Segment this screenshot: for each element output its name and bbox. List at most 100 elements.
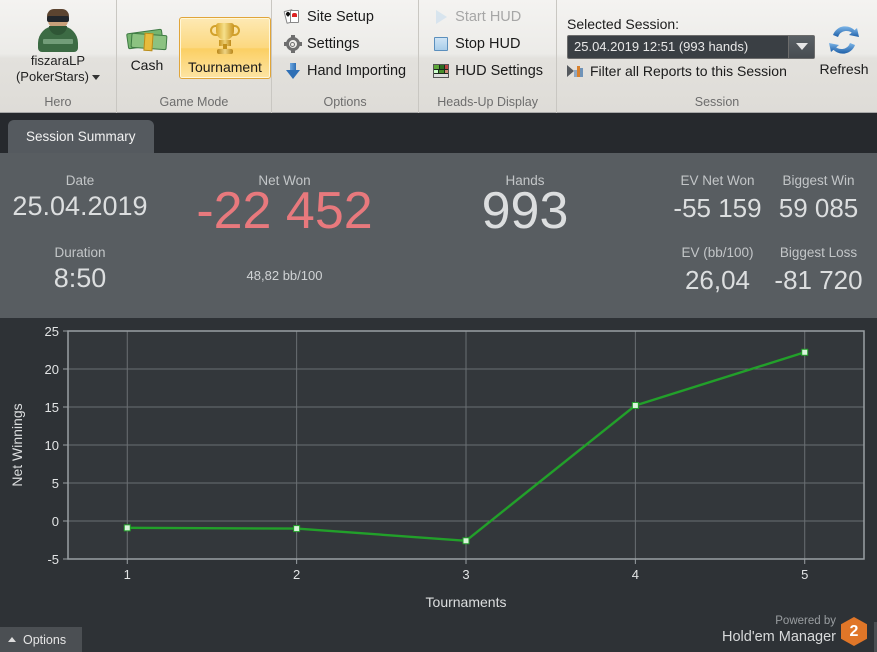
site-setup-button[interactable]: Site Setup — [280, 4, 410, 30]
session-select-arrow[interactable] — [788, 35, 814, 58]
xtick-label: 5 — [801, 567, 808, 582]
ytick-label: 5 — [52, 476, 59, 491]
stat-subvalue-bb100: 48,82 bb/100 — [246, 268, 323, 283]
hand-importing-button[interactable]: Hand Importing — [280, 58, 410, 84]
chevron-down-icon[interactable] — [91, 75, 100, 81]
powered-by-text: Powered by — [775, 615, 836, 627]
refresh-label: Refresh — [819, 61, 869, 77]
stat-value-ev-net-won: -55 159 — [673, 193, 762, 223]
net-winnings-chart: -5 0 5 10 15 20 25 1 2 3 4 5 Tournaments Net Winnings — [0, 318, 877, 652]
ribbon-group-session: Selected Session: 25.04.2019 12:51 (993 … — [556, 0, 877, 113]
ribbon-group-game-mode: Cash Tournament Game Mode — [115, 0, 271, 113]
stat-value-biggest-win: 59 085 — [778, 193, 859, 223]
hud-settings-button[interactable]: HUD Settings — [428, 58, 547, 84]
start-hud-label: Start HUD — [455, 9, 522, 25]
stat-value-date: 25.04.2019 — [12, 191, 148, 221]
stat-label-date: Date — [65, 173, 95, 188]
y-axis-title: Net Winnings — [9, 403, 25, 486]
cards-icon — [283, 8, 302, 26]
tournament-mode-label: Tournament — [187, 58, 262, 75]
stat-label-biggest-win: Biggest Win — [782, 173, 855, 188]
xtick-label: 4 — [632, 567, 639, 582]
session-select[interactable]: 25.04.2019 12:51 (993 hands) — [567, 34, 815, 59]
download-arrow-icon — [284, 62, 302, 80]
stat-value-duration: 8:50 — [53, 263, 107, 293]
hero-name: fiszaraLP — [30, 53, 86, 68]
gear-icon — [283, 35, 302, 53]
refresh-button[interactable]: Refresh — [815, 16, 873, 77]
trophy-icon — [205, 22, 245, 56]
hm2-badge-number: 2 — [849, 622, 859, 640]
settings-button[interactable]: Settings — [280, 31, 410, 57]
ribbon-group-options: Site Setup Settings Hand Importing Optio… — [270, 0, 418, 113]
chart-svg: -5 0 5 10 15 20 25 1 2 3 4 5 Tournaments Net Winnings — [9, 324, 865, 610]
group-title-game-mode: Game Mode — [159, 95, 229, 109]
session-select-value: 25.04.2019 12:51 (993 hands) — [574, 39, 749, 54]
stat-value-hands: 993 — [481, 182, 569, 240]
hud-settings-label: HUD Settings — [455, 63, 544, 79]
hero-site: (PokerStars) — [16, 69, 100, 85]
ribbon-group-hero: fiszaraLP (PokerStars) Hero — [0, 0, 116, 113]
tab-strip: Session Summary — [0, 113, 877, 153]
hm2-badge-icon: 2 — [841, 617, 867, 646]
play-icon — [432, 8, 450, 26]
player-avatar-icon — [35, 9, 81, 52]
stop-hud-button[interactable]: Stop HUD — [428, 31, 547, 57]
group-title-options: Options — [323, 95, 367, 109]
ytick-label: 10 — [45, 438, 59, 453]
stat-label-ev-bb100: EV (bb/100) — [681, 245, 754, 260]
session-stats-panel: Date 25.04.2019 Duration 8:50 Net Won -2… — [0, 153, 877, 318]
settings-label: Settings — [306, 36, 360, 52]
chevron-up-icon — [8, 637, 16, 642]
ytick-label: 25 — [45, 324, 59, 339]
stat-label-ev-net-won: EV Net Won — [680, 173, 755, 188]
group-title-hero: Hero — [44, 95, 72, 109]
selected-session-label: Selected Session: — [567, 15, 680, 32]
hud-grid-icon — [432, 62, 450, 80]
ytick-label: 20 — [45, 362, 59, 377]
product-name-text: Hold'em Manager — [722, 629, 836, 645]
status-bar: Options Powered by Hold'em Manager 2 — [0, 615, 877, 652]
cash-mode-label: Cash — [130, 56, 164, 73]
data-point — [631, 401, 639, 409]
ribbon-toolbar: fiszaraLP (PokerStars) Hero Cash Tournam… — [0, 0, 877, 113]
data-point — [123, 524, 131, 532]
filter-chart-icon — [567, 62, 585, 80]
site-setup-label: Site Setup — [306, 9, 374, 25]
ytick-label: 15 — [45, 400, 59, 415]
stat-label-duration: Duration — [54, 245, 106, 260]
group-title-hud: Heads-Up Display — [437, 95, 538, 109]
stop-square-icon — [432, 35, 450, 53]
ytick-label: 0 — [52, 514, 59, 529]
cash-money-icon — [125, 22, 169, 54]
powered-by-branding: Powered by Hold'em Manager 2 — [722, 614, 867, 646]
data-point — [801, 348, 809, 356]
stat-value-ev-bb100: 26,04 — [684, 265, 751, 295]
options-toggle-label: Options — [23, 632, 67, 647]
xtick-label: 2 — [293, 567, 300, 582]
stop-hud-label: Stop HUD — [455, 36, 521, 52]
ribbon-group-hud: Start HUD Stop HUD HUD Settings Heads-Up… — [418, 0, 556, 113]
tab-session-summary[interactable]: Session Summary — [8, 120, 154, 153]
application-window: fiszaraLP (PokerStars) Hero Cash Tournam… — [0, 0, 877, 652]
options-toggle-button[interactable]: Options — [0, 627, 82, 652]
tournament-mode-button[interactable]: Tournament — [178, 16, 271, 79]
hero-selector[interactable]: fiszaraLP (PokerStars) — [16, 9, 100, 85]
start-hud-button[interactable]: Start HUD — [428, 4, 547, 30]
xtick-label: 1 — [124, 567, 131, 582]
stat-value-net-won: -22 452 — [196, 182, 373, 240]
filter-reports-button[interactable]: Filter all Reports to this Session — [567, 62, 815, 80]
xtick-label: 3 — [462, 567, 469, 582]
refresh-icon — [824, 20, 864, 60]
filter-reports-label: Filter all Reports to this Session — [590, 62, 787, 79]
ytick-label: -5 — [47, 552, 59, 567]
hand-importing-label: Hand Importing — [306, 63, 407, 79]
data-point — [293, 525, 301, 533]
chevron-down-icon — [795, 43, 808, 50]
cash-mode-button[interactable]: Cash — [117, 17, 177, 77]
stat-value-biggest-loss: -81 720 — [774, 265, 863, 295]
x-axis-title: Tournaments — [426, 594, 507, 610]
stat-label-biggest-loss: Biggest Loss — [779, 245, 858, 260]
group-title-session: Session — [694, 95, 740, 109]
data-point — [462, 537, 470, 545]
